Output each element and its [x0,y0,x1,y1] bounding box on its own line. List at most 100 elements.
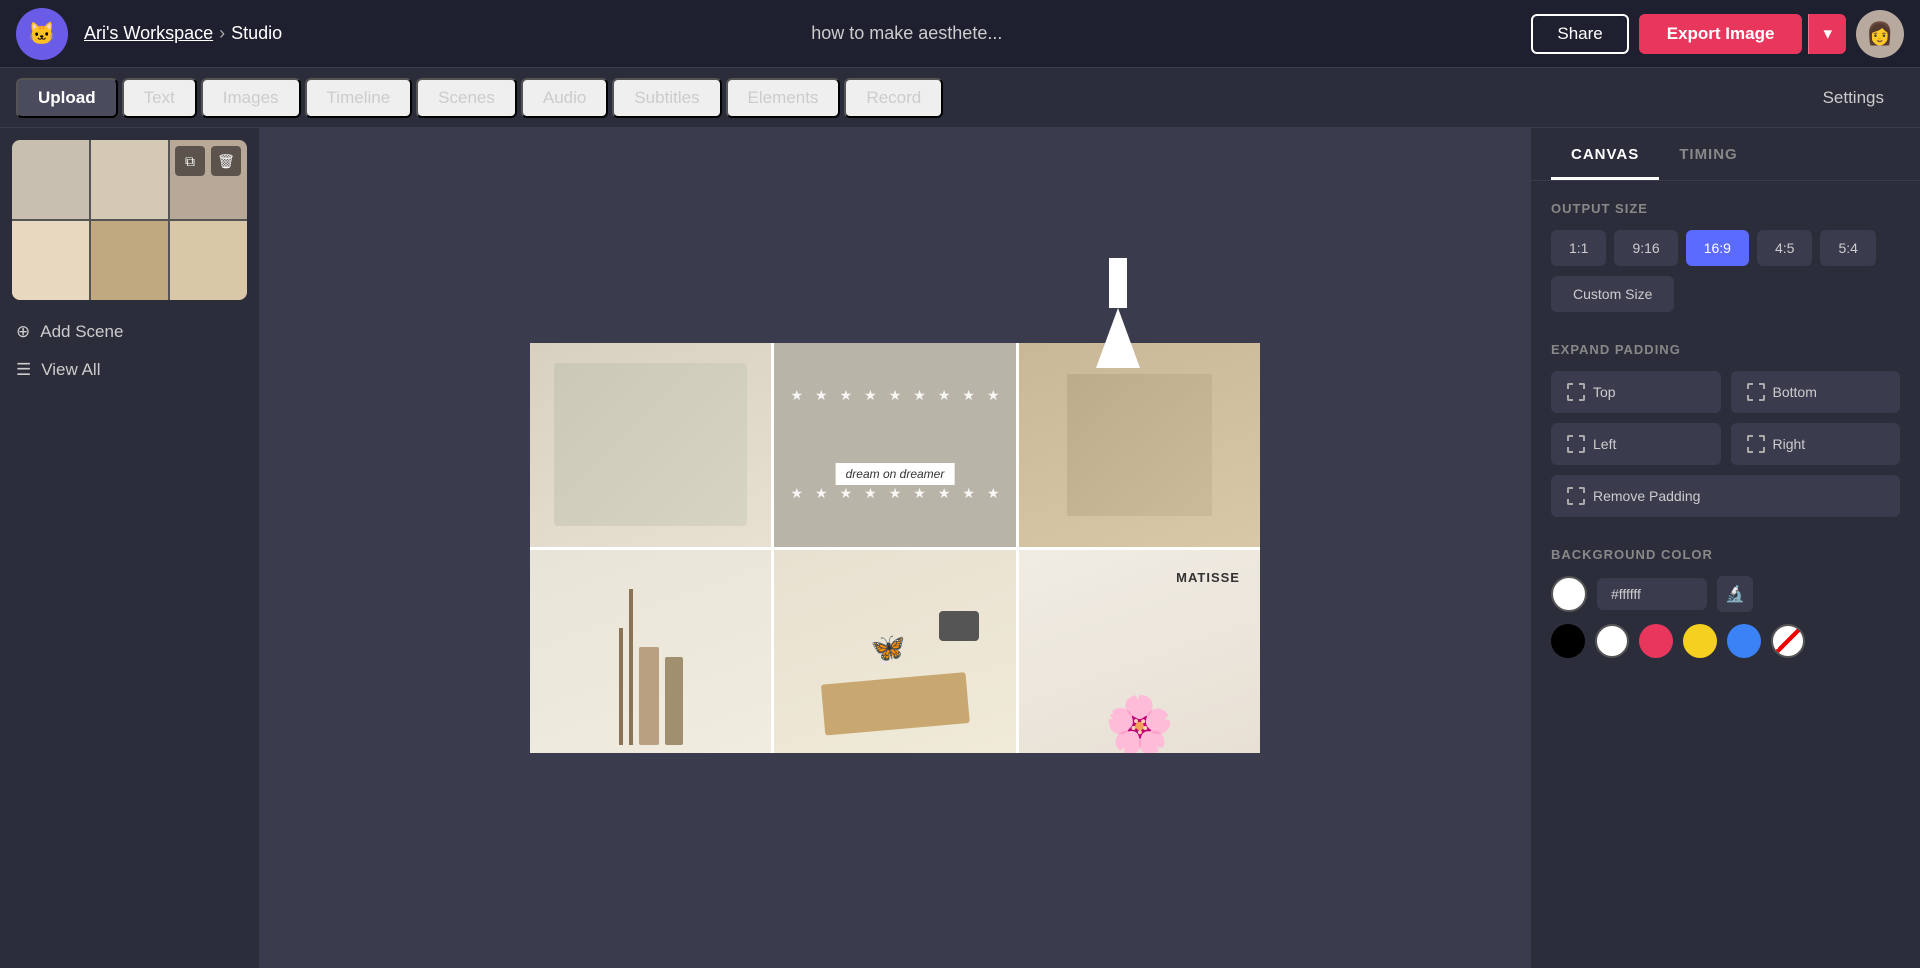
arrow-up [1096,308,1140,368]
view-all-button[interactable]: ☰ View All [12,354,247,386]
scene-card: ⧉ 🗑 [12,140,247,300]
nav-item-text[interactable]: Text [122,78,197,118]
collage-cell-6: 🌸 MATISSE [1019,550,1260,754]
add-scene-label: Add Scene [40,322,123,342]
nav-item-images[interactable]: Images [201,78,301,118]
collage-cell-1 [530,343,771,547]
size-btn-4x5[interactable]: 4:5 [1757,230,1812,266]
collage-cell-5: 🦋 [774,550,1015,754]
tab-canvas[interactable]: CANVAS [1551,128,1659,180]
logo-icon: 🐱 [28,21,55,47]
bg-color-title: BACKGROUND COLOR [1551,547,1900,562]
collage-cell-3 [1019,343,1260,547]
custom-size-button[interactable]: Custom Size [1551,276,1674,312]
nav-item-audio[interactable]: Audio [521,78,608,118]
matisse-label: MATISSE [1176,570,1240,585]
output-size-title: OUTPUT SIZE [1551,201,1900,216]
size-btn-9x16[interactable]: 9:16 [1614,230,1677,266]
nav-item-record[interactable]: Record [844,78,943,118]
padding-right-button[interactable]: Right [1731,423,1901,465]
padding-grid: Top Bottom Left Right [1551,371,1900,465]
sidebar: ⧉ 🗑 ⊕ Add Scene ☰ View All [0,128,260,968]
padding-left-button[interactable]: Left [1551,423,1721,465]
arrow-tooltip [1096,258,1140,368]
nav-item-scenes[interactable]: Scenes [416,78,517,118]
nav-item-timeline[interactable]: Timeline [305,78,413,118]
size-btn-5x4[interactable]: 5:4 [1820,230,1875,266]
settings-link[interactable]: Settings [1803,80,1904,116]
preset-red[interactable] [1639,624,1673,658]
padding-bottom-button[interactable]: Bottom [1731,371,1901,413]
collage-cell-2: ★★★ ★★★ ★★★ ★★★ ★★★ ★★★ dream on dreamer [774,343,1015,547]
padding-top-icon [1567,383,1585,401]
main-layout: ⧉ 🗑 ⊕ Add Scene ☰ View All [0,128,1920,968]
expand-padding-title: EXPAND PADDING [1551,342,1900,357]
size-btn-16x9[interactable]: 16:9 [1686,230,1749,266]
dream-label: dream on dreamer [836,463,955,485]
avatar[interactable]: 👩 [1856,10,1904,58]
add-scene-button[interactable]: ⊕ Add Scene [12,316,247,348]
expand-padding-section: EXPAND PADDING Top Bottom Left Right [1531,322,1920,537]
background-color-section: BACKGROUND COLOR 🔬 [1531,537,1920,678]
delete-scene-button[interactable]: 🗑 [211,146,241,176]
export-button[interactable]: Export Image [1639,14,1803,54]
canvas-collage: ★★★ ★★★ ★★★ ★★★ ★★★ ★★★ dream on dreamer [530,343,1260,753]
padding-right-label: Right [1773,436,1806,452]
list-icon: ☰ [16,360,31,380]
collage-cell-4 [530,550,771,754]
padding-bottom-icon [1747,383,1765,401]
preset-white[interactable] [1595,624,1629,658]
thumb-cell-5 [91,221,168,300]
padding-left-icon [1567,435,1585,453]
scene-card-actions: ⧉ 🗑 [175,146,241,176]
arrow-shaft [1109,258,1127,308]
sidebar-actions: ⊕ Add Scene ☰ View All [12,316,247,386]
panel-tabs: CANVAS TIMING [1531,128,1920,181]
studio-label: Studio [231,23,282,44]
preset-none[interactable] [1771,624,1805,658]
preset-colors [1551,624,1900,658]
right-panel: CANVAS TIMING OUTPUT SIZE 1:1 9:16 16:9 … [1530,128,1920,968]
padding-bottom-label: Bottom [1773,384,1817,400]
preset-blue[interactable] [1727,624,1761,658]
copy-scene-button[interactable]: ⧉ [175,146,205,176]
eyedropper-icon: 🔬 [1725,584,1745,604]
workspace-link[interactable]: Ari's Workspace [84,23,213,44]
logo[interactable]: 🐱 [16,8,68,60]
thumb-cell-1 [12,140,89,219]
size-options: 1:1 9:16 16:9 4:5 5:4 [1551,230,1900,266]
preset-yellow[interactable] [1683,624,1717,658]
title-input[interactable] [747,23,1067,44]
nav-item-elements[interactable]: Elements [726,78,841,118]
remove-padding-icon [1567,487,1585,505]
title-area [298,23,1515,44]
add-icon: ⊕ [16,322,30,342]
padding-right-icon [1747,435,1765,453]
navbar: Upload Text Images Timeline Scenes Audio… [0,68,1920,128]
eyedropper-button[interactable]: 🔬 [1717,576,1753,612]
workspace-breadcrumb: Ari's Workspace › Studio [84,23,282,44]
export-chevron-button[interactable]: ▾ [1808,14,1846,54]
color-swatch-preview[interactable] [1551,576,1587,612]
nav-item-upload[interactable]: Upload [16,78,118,118]
share-button[interactable]: Share [1531,14,1628,54]
tab-timing[interactable]: TIMING [1659,128,1758,180]
topbar: 🐱 Ari's Workspace › Studio Share Export … [0,0,1920,68]
canvas-area[interactable]: ★★★ ★★★ ★★★ ★★★ ★★★ ★★★ dream on dreamer [260,128,1530,968]
nav-item-subtitles[interactable]: Subtitles [612,78,721,118]
padding-top-button[interactable]: Top [1551,371,1721,413]
preset-black[interactable] [1551,624,1585,658]
size-btn-1x1[interactable]: 1:1 [1551,230,1606,266]
remove-padding-button[interactable]: Remove Padding [1551,475,1900,517]
breadcrumb-separator: › [219,23,225,44]
thumb-cell-6 [170,221,247,300]
stars-overlay: ★★★ ★★★ ★★★ ★★★ ★★★ ★★★ [774,343,1015,547]
output-size-section: OUTPUT SIZE 1:1 9:16 16:9 4:5 5:4 Custom… [1531,181,1920,322]
padding-left-label: Left [1593,436,1616,452]
bg-color-row: 🔬 [1551,576,1900,612]
color-hex-input[interactable] [1597,578,1707,610]
remove-padding-label: Remove Padding [1593,488,1700,504]
thumb-cell-4 [12,221,89,300]
topbar-actions: Share Export Image ▾ 👩 [1531,10,1904,58]
thumb-cell-2 [91,140,168,219]
